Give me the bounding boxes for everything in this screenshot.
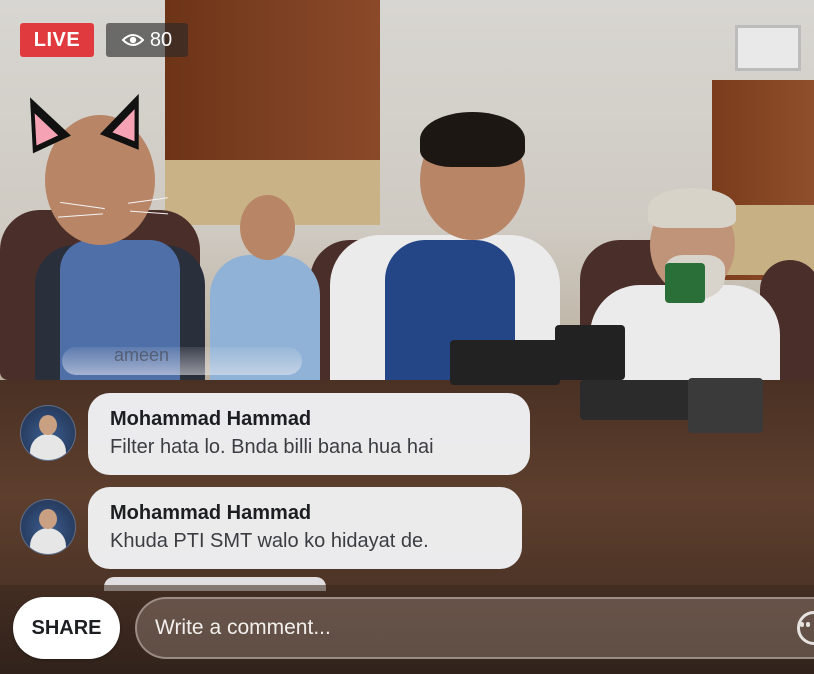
live-badge: LIVE: [20, 23, 94, 57]
microphone-cluster: [555, 325, 625, 380]
eye-icon: [121, 32, 144, 48]
viewer-count: 80: [149, 28, 173, 51]
share-button[interactable]: SHARE: [13, 597, 120, 659]
viewer-count-badge: 80: [106, 23, 188, 57]
comment-text: Khuda PTI SMT walo ko hidayat de.: [110, 530, 429, 552]
live-video-stage[interactable]: LIVE 80 ameen Mohammad Hammad Filter hat…: [0, 0, 814, 674]
comment-item[interactable]: Mohammad Hammad Khuda PTI SMT walo ko hi…: [18, 487, 538, 569]
comment-author[interactable]: Mohammad Hammad: [110, 501, 500, 525]
comment-text: Filter hata lo. Bnda billi bana hua hai: [110, 436, 434, 458]
share-button-label: SHARE: [31, 616, 102, 639]
comment-bubble[interactable]: Mohammad Hammad Filter hata lo. Bnda bil…: [88, 393, 530, 475]
desk-device: [688, 378, 763, 433]
person-right-hair: [648, 188, 736, 228]
speaker-hair: [420, 112, 525, 167]
comment-item[interactable]: Mohammad Hammad Filter hata lo. Bnda bil…: [18, 393, 538, 475]
comment-input-placeholder: Write a comment...: [155, 616, 331, 639]
comment-author[interactable]: Mohammad Hammad: [110, 407, 508, 431]
comment-input[interactable]: Write a comment...: [135, 597, 814, 659]
faded-comment: ameen: [62, 347, 302, 375]
faded-comment-text: ameen: [114, 347, 170, 365]
avatar[interactable]: [20, 499, 76, 555]
person-back-head: [240, 195, 295, 260]
microphone-flag: [665, 263, 705, 303]
microphone-cluster: [450, 340, 560, 385]
live-badge-label: LIVE: [33, 28, 81, 51]
avatar[interactable]: [20, 405, 76, 461]
desk-phone: [580, 380, 690, 420]
comment-bubble[interactable]: Mohammad Hammad Khuda PTI SMT walo ko hi…: [88, 487, 522, 569]
ceiling-light: [735, 25, 801, 71]
